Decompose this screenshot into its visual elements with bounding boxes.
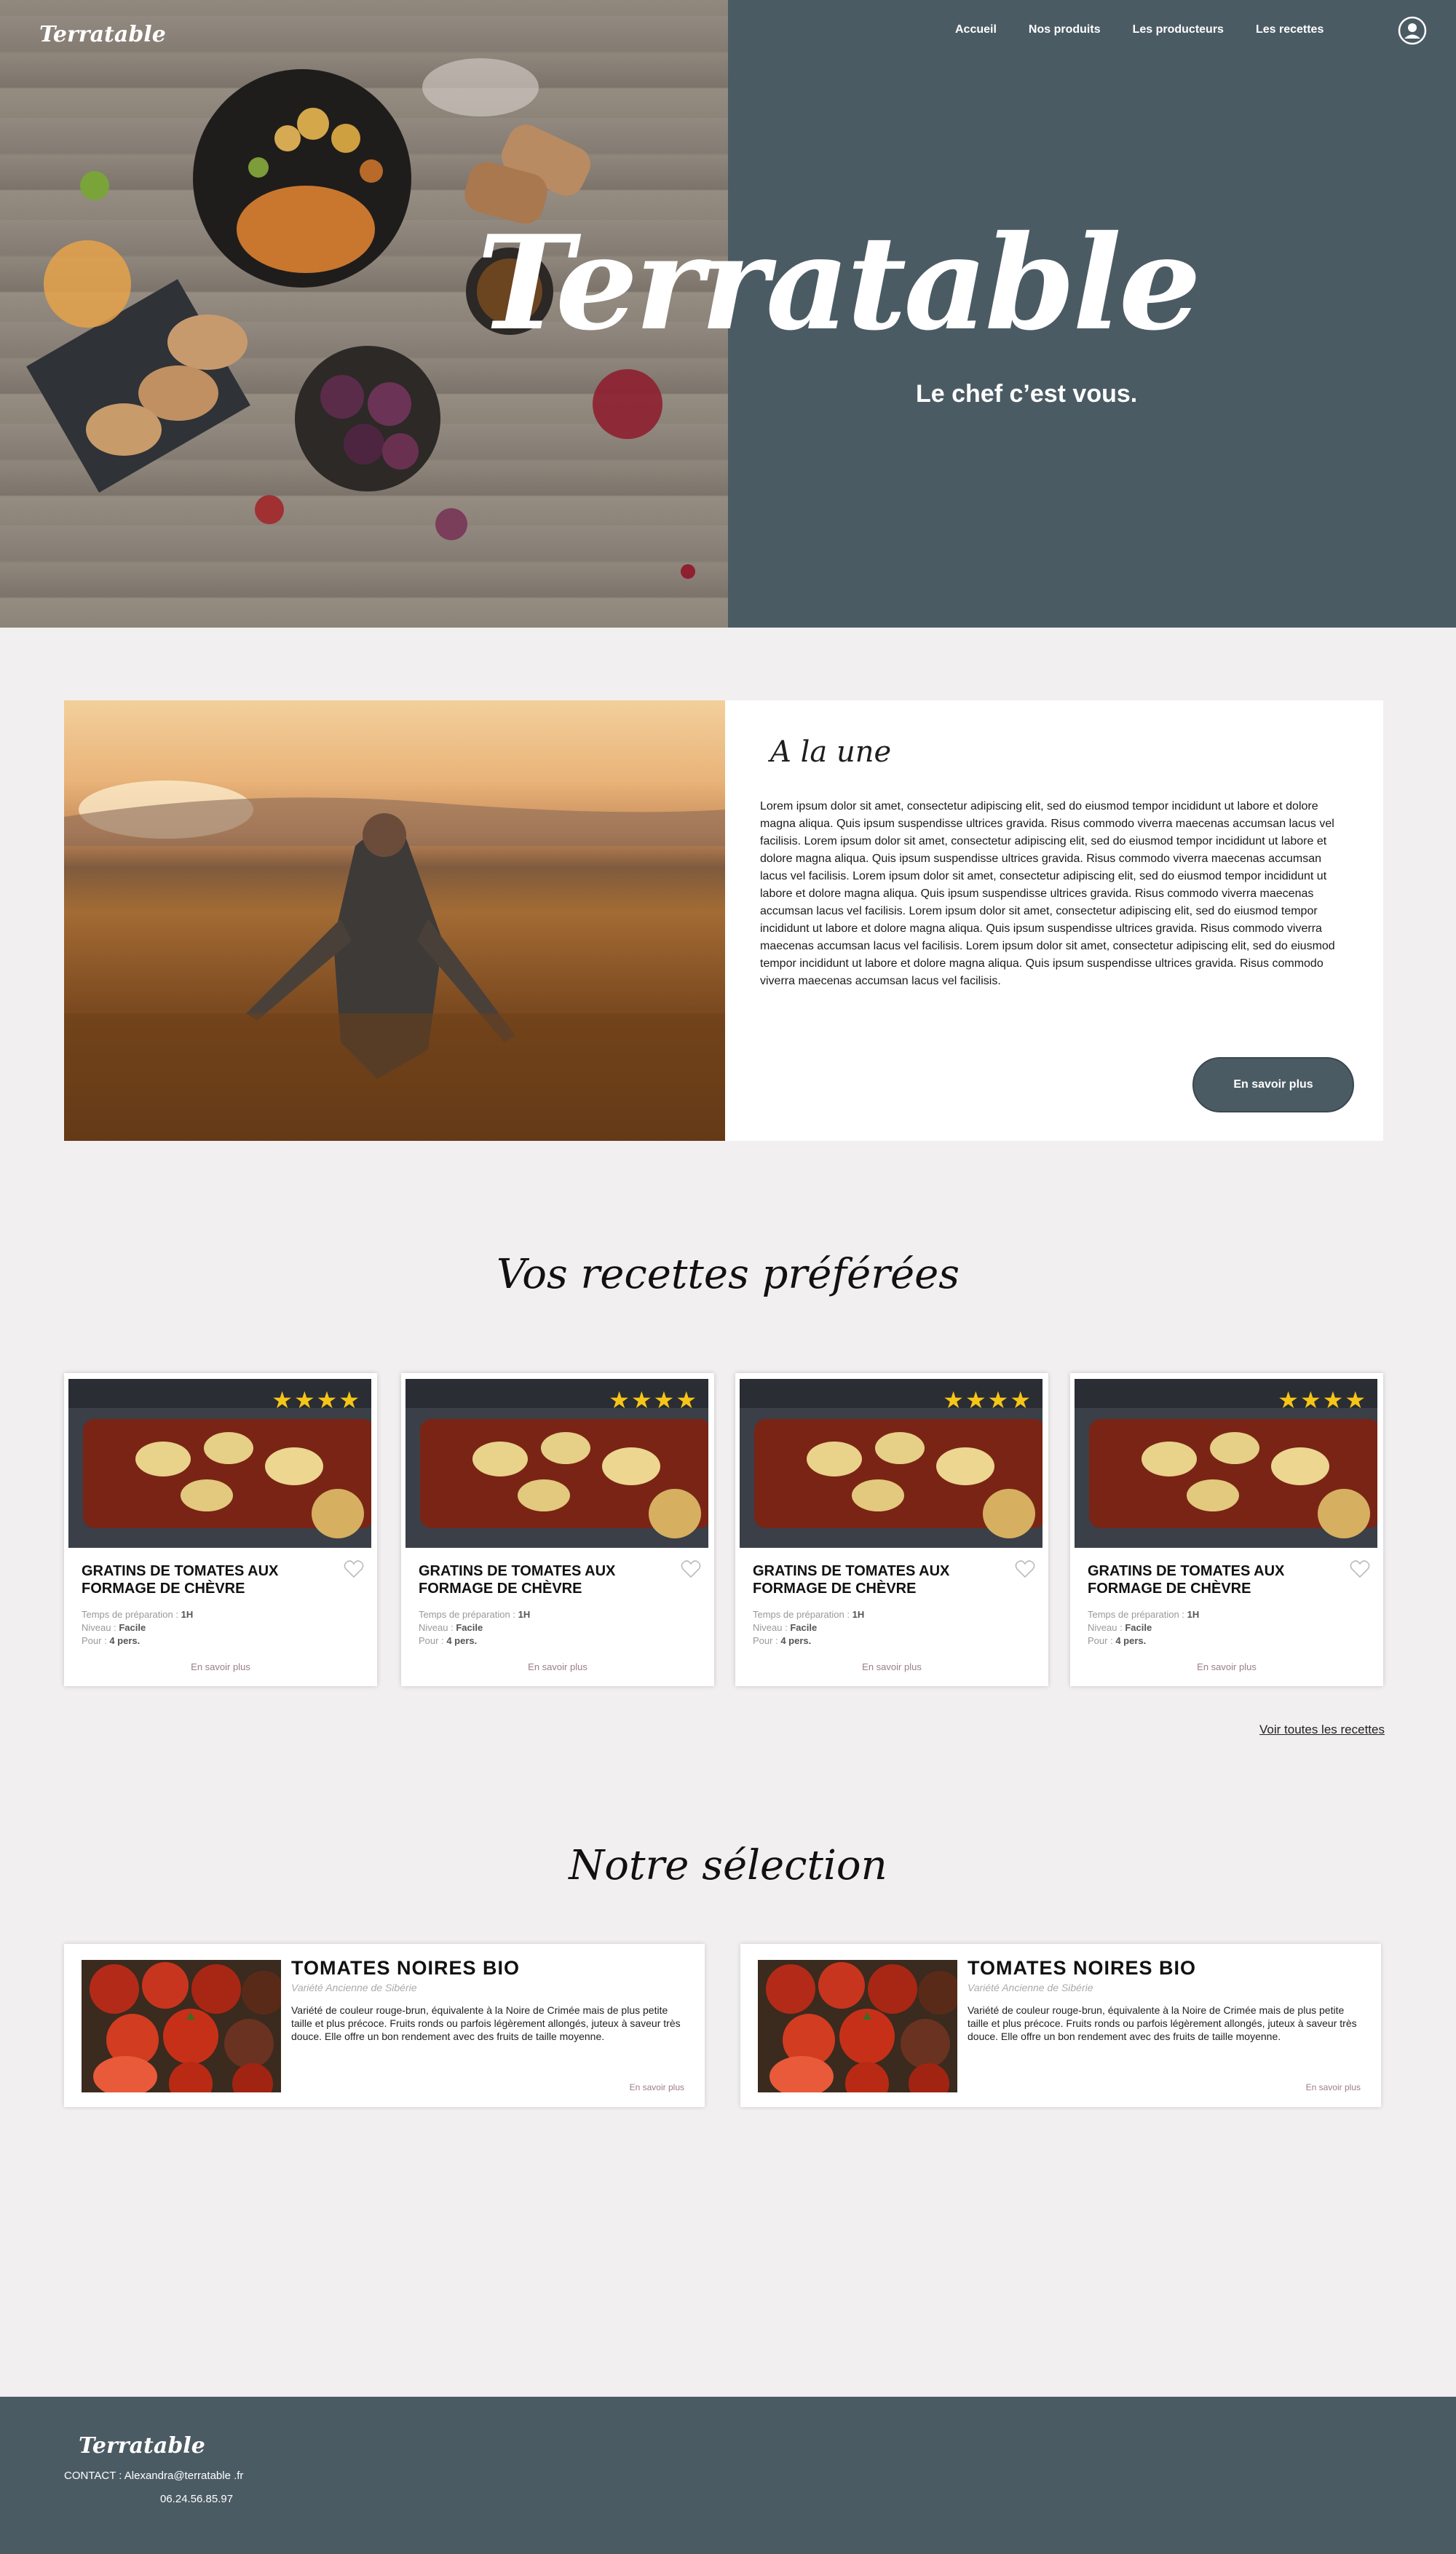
rating-stars: ★★★★ [943, 1387, 1032, 1413]
main-nav: Accueil Nos produits Les producteurs Les… [955, 23, 1324, 36]
favorite-heart-icon[interactable] [681, 1559, 701, 1578]
hero-title: Terratable [477, 207, 1201, 359]
farmer-field-photo [64, 700, 725, 1141]
feature-title: A la une [770, 735, 892, 769]
recipe-learn-more-link[interactable]: En savoir plus [401, 1661, 714, 1672]
hero-tagline: Le chef c’est vous. [916, 380, 1138, 408]
servings: Pour : 4 pers. [753, 1635, 812, 1646]
difficulty: Niveau : Facile [419, 1622, 483, 1633]
logo[interactable]: Terratable [39, 22, 166, 47]
servings: Pour : 4 pers. [82, 1635, 141, 1646]
recipe-card[interactable]: ★★★★ GRATINS DE TOMATES AUX FORMAGE DE C… [735, 1373, 1048, 1686]
recipe-photo: ★★★★ [405, 1379, 708, 1548]
product-card[interactable]: TOMATES NOIRES BIO Variété Ancienne de S… [740, 1944, 1381, 2107]
recipe-name: GRATINS DE TOMATES AUX FORMAGE DE CHÈVRE [753, 1563, 950, 1597]
product-learn-more-link[interactable]: En savoir plus [630, 2082, 684, 2092]
recipes-section-title: Vos recettes préférées [496, 1251, 960, 1298]
prep-time: Temps de préparation : 1H [419, 1609, 531, 1620]
favorite-heart-icon[interactable] [1015, 1559, 1035, 1578]
footer-logo[interactable]: Terratable [79, 2433, 205, 2459]
recipe-photo: ★★★★ [1075, 1379, 1377, 1548]
recipe-card[interactable]: ★★★★ GRATINS DE TOMATES AUX FORMAGE DE C… [64, 1373, 377, 1686]
recipe-photo: ★★★★ [68, 1379, 371, 1548]
servings: Pour : 4 pers. [1088, 1635, 1147, 1646]
tomatoes-photo [82, 1960, 281, 2092]
recipe-name: GRATINS DE TOMATES AUX FORMAGE DE CHÈVRE [1088, 1563, 1285, 1597]
nav-item-accueil[interactable]: Accueil [955, 23, 997, 36]
footer: Terratable CONTACT : Alexandra@terratabl… [0, 2397, 1456, 2554]
recipe-card[interactable]: ★★★★ GRATINS DE TOMATES AUX FORMAGE DE C… [1070, 1373, 1383, 1686]
difficulty: Niveau : Facile [753, 1622, 818, 1633]
recipe-learn-more-link[interactable]: En savoir plus [1070, 1661, 1383, 1672]
learn-more-button[interactable]: En savoir plus [1192, 1057, 1354, 1112]
selection-section-title: Notre sélection [569, 1842, 887, 1889]
favorite-heart-icon[interactable] [344, 1559, 364, 1578]
recipe-learn-more-link[interactable]: En savoir plus [735, 1661, 1048, 1672]
servings: Pour : 4 pers. [419, 1635, 478, 1646]
product-variety: Variété Ancienne de Sibérie [291, 1982, 417, 1993]
rating-stars: ★★★★ [609, 1387, 698, 1413]
product-description: Variété de couleur rouge-brun, équivalen… [291, 2004, 681, 2042]
product-name: TOMATES NOIRES BIO [291, 1957, 521, 1979]
feature-text: Lorem ipsum dolor sit amet, consectetur … [760, 800, 1335, 987]
hero-banner: Terratable Accueil Nos produits Les prod… [0, 0, 1456, 628]
footer-contact-email[interactable]: CONTACT : Alexandra@terratable .fr [64, 2470, 243, 2482]
prep-time: Temps de préparation : 1H [753, 1609, 865, 1620]
see-all-recipes-link[interactable]: Voir toutes les recettes [1259, 1723, 1385, 1737]
product-name: TOMATES NOIRES BIO [968, 1957, 1197, 1979]
recipe-name: GRATINS DE TOMATES AUX FORMAGE DE CHÈVRE [419, 1563, 616, 1597]
prep-time: Temps de préparation : 1H [82, 1609, 194, 1620]
rating-stars: ★★★★ [272, 1387, 361, 1413]
recipe-card[interactable]: ★★★★ GRATINS DE TOMATES AUX FORMAGE DE C… [401, 1373, 714, 1686]
difficulty: Niveau : Facile [82, 1622, 146, 1633]
footer-phone[interactable]: 06.24.56.85.97 [160, 2493, 233, 2505]
product-card[interactable]: TOMATES NOIRES BIO Variété Ancienne de S… [64, 1944, 705, 2107]
nav-item-nos-produits[interactable]: Nos produits [1029, 23, 1101, 36]
recipe-name: GRATINS DE TOMATES AUX FORMAGE DE CHÈVRE [82, 1563, 279, 1597]
recipe-photo: ★★★★ [740, 1379, 1042, 1548]
user-account-icon[interactable] [1398, 16, 1427, 45]
product-learn-more-link[interactable]: En savoir plus [1306, 2082, 1361, 2092]
prep-time: Temps de préparation : 1H [1088, 1609, 1200, 1620]
tomatoes-photo [758, 1960, 957, 2092]
nav-item-les-producteurs[interactable]: Les producteurs [1133, 23, 1224, 36]
difficulty: Niveau : Facile [1088, 1622, 1152, 1633]
favorite-heart-icon[interactable] [1350, 1559, 1370, 1578]
recipe-learn-more-link[interactable]: En savoir plus [64, 1661, 377, 1672]
rating-stars: ★★★★ [1278, 1387, 1367, 1413]
nav-item-les-recettes[interactable]: Les recettes [1256, 23, 1324, 36]
featured-section: A la une Lorem ipsum dolor sit amet, con… [64, 700, 1383, 1141]
product-variety: Variété Ancienne de Sibérie [968, 1982, 1093, 1993]
product-description: Variété de couleur rouge-brun, équivalen… [968, 2004, 1357, 2042]
